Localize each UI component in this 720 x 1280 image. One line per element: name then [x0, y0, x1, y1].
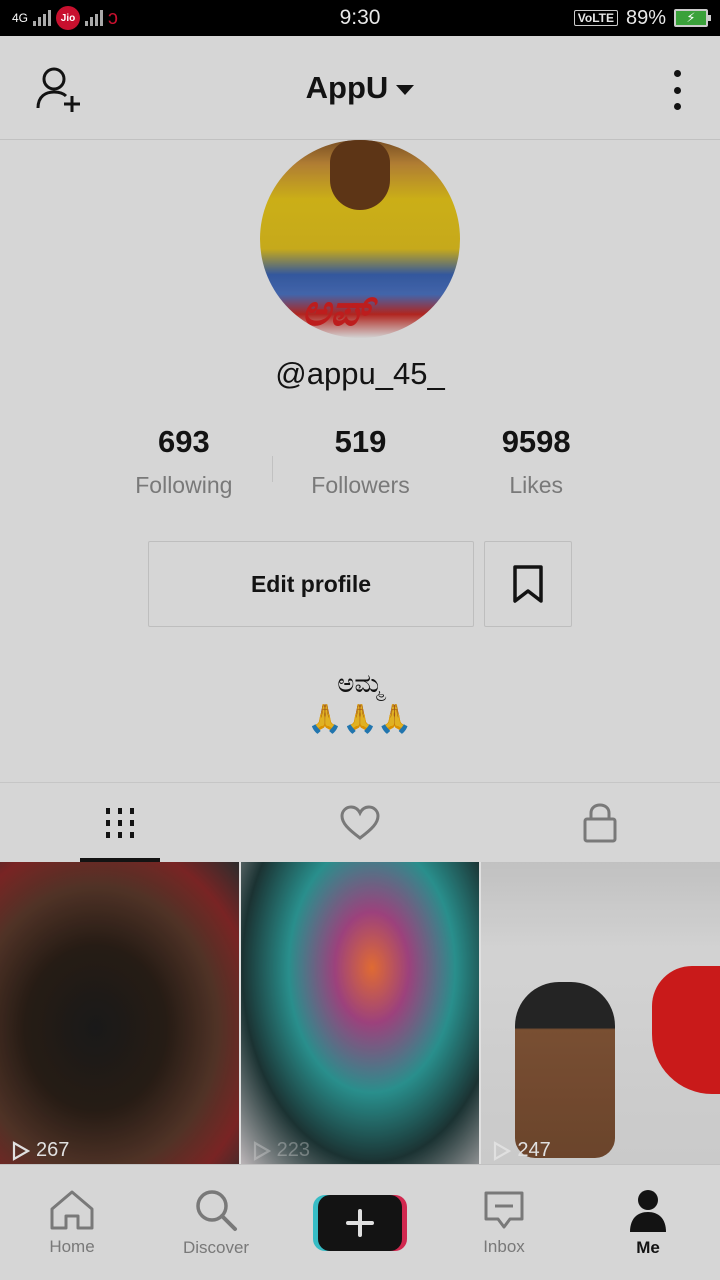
view-count: 267	[12, 1139, 69, 1162]
network-label: 4G	[12, 11, 29, 25]
status-bar: 4G Jio ↄ 9:30 VoLTE 89% ⚡	[0, 0, 720, 36]
battery-percent: 89%	[625, 6, 666, 29]
play-icon	[494, 1140, 512, 1161]
avatar-mark: ಅಪ್	[298, 286, 384, 335]
plus-icon	[346, 1208, 374, 1237]
stat-label: Followers	[311, 472, 410, 498]
person-add-icon[interactable]	[34, 66, 86, 112]
nav-label: Discover	[182, 1237, 250, 1257]
tab-liked[interactable]	[240, 783, 480, 862]
stat-label: Following	[135, 472, 233, 498]
nav-me[interactable]: Me	[576, 1165, 720, 1280]
video-thumbnail[interactable]: 247	[481, 862, 720, 1164]
more-vertical-icon[interactable]	[670, 70, 684, 110]
home-icon	[50, 1190, 94, 1229]
signal-icon-2	[85, 10, 104, 26]
create-button[interactable]	[318, 1194, 402, 1251]
heart-icon	[340, 804, 380, 840]
signal-icon	[33, 10, 52, 26]
grid-icon	[106, 807, 134, 838]
nav-inbox[interactable]: Inbox	[432, 1165, 576, 1280]
tab-private[interactable]	[480, 783, 720, 862]
stat-following[interactable]: 693 Following	[96, 424, 272, 499]
heart-graphic	[652, 966, 720, 1094]
stat-value: 519	[334, 424, 387, 459]
video-grid: 267 223 247	[0, 862, 720, 1164]
nav-label: Inbox	[483, 1236, 525, 1256]
carrier-badge: Jio	[56, 6, 81, 30]
play-icon	[12, 1140, 30, 1161]
nav-label: Me	[636, 1237, 660, 1257]
stat-followers[interactable]: 519 Followers	[273, 424, 449, 499]
battery-icon: ⚡	[674, 9, 711, 27]
view-count-value: 267	[36, 1139, 70, 1161]
volte-badge: VoLTE	[573, 10, 618, 26]
bio: ಅಮ್ಮ 🙏🙏🙏	[0, 668, 720, 735]
chevron-down-icon	[396, 84, 415, 95]
nav-discover[interactable]: Discover	[144, 1165, 288, 1280]
search-icon	[196, 1189, 237, 1231]
video-thumbnail[interactable]: 267	[0, 862, 239, 1164]
person-photo	[515, 982, 616, 1158]
bottom-nav: Home Discover Inbox Me	[0, 1164, 720, 1280]
view-count: 247	[493, 1139, 551, 1162]
stat-value: 9598	[501, 424, 571, 459]
bio-emoji: 🙏🙏🙏	[307, 703, 413, 734]
stat-likes[interactable]: 9598 Likes	[448, 424, 624, 499]
account-switcher[interactable]: AppU	[306, 70, 415, 106]
stat-value: 693	[157, 424, 210, 459]
nav-create[interactable]	[288, 1165, 432, 1280]
view-count-value: 247	[517, 1139, 551, 1161]
nav-label: Home	[49, 1236, 95, 1256]
username-handle: @appu_45_	[275, 356, 445, 391]
play-icon	[253, 1140, 271, 1161]
view-count-value: 223	[276, 1139, 311, 1161]
lock-icon	[583, 802, 617, 842]
tab-videos[interactable]	[0, 783, 240, 862]
view-count: 223	[253, 1139, 310, 1162]
status-right: VoLTE 89% ⚡	[573, 6, 711, 30]
bio-text: ಅಮ್ಮ	[337, 668, 383, 698]
video-thumbnail[interactable]: 223	[240, 862, 480, 1164]
content-tabs	[0, 782, 720, 862]
status-left: 4G Jio ↄ	[12, 6, 118, 30]
edit-profile-button[interactable]: Edit profile	[148, 541, 474, 627]
page-title: AppU	[305, 69, 389, 105]
profile-stats: 693 Following 519 Followers 9598 Likes	[96, 424, 624, 499]
bookmark-icon	[513, 565, 543, 603]
top-bar: AppU	[0, 36, 720, 140]
profile-icon	[630, 1189, 666, 1232]
stat-label: Likes	[509, 472, 564, 498]
bookmark-button[interactable]	[484, 541, 572, 627]
airtel-icon: ↄ	[108, 6, 119, 29]
inbox-icon	[484, 1191, 524, 1228]
avatar[interactable]: ಅಪ್	[260, 140, 460, 338]
profile-screen: AppU ಅಪ್ @appu_45_ 693 Following 519 Fol…	[0, 36, 720, 1280]
nav-home[interactable]: Home	[0, 1165, 144, 1280]
